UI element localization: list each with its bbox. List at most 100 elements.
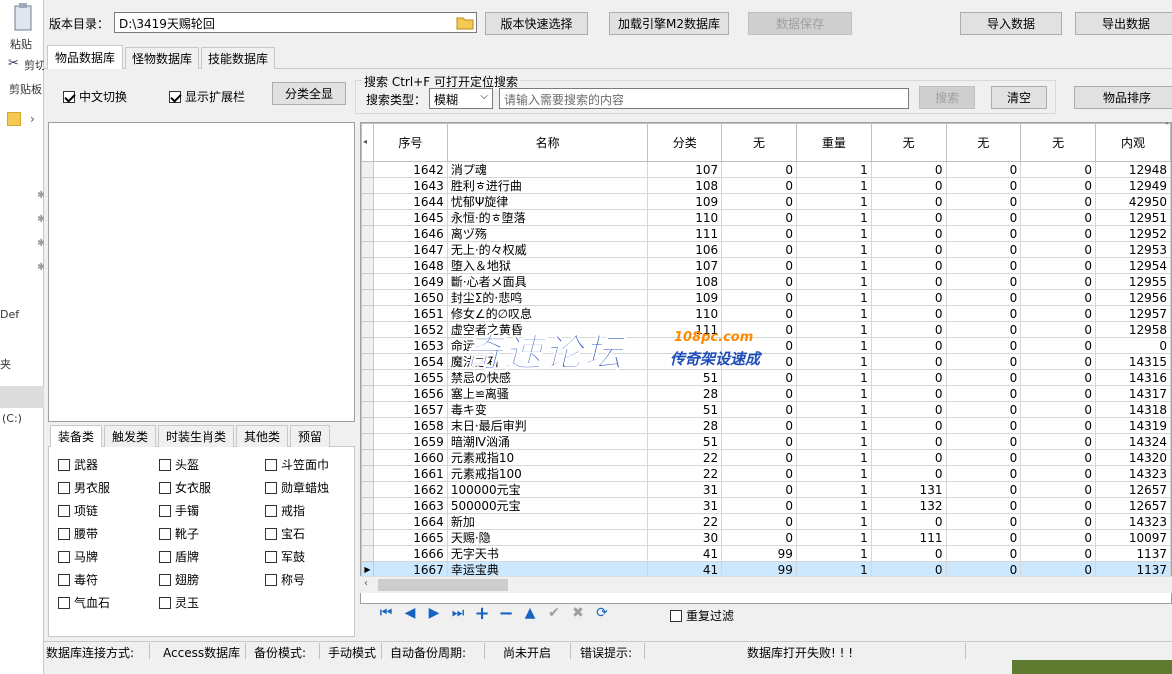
equipment-checkbox[interactable]: 腰带 (58, 525, 98, 542)
checkbox-checked[interactable] (63, 90, 75, 103)
checkbox-unchecked[interactable] (159, 504, 171, 517)
table-cell[interactable]: 14320 (1095, 449, 1171, 466)
table-cell[interactable]: 28 (647, 417, 723, 434)
column-header[interactable]: 名称 (446, 123, 649, 162)
chevron-down-icon[interactable]: ⌵ (480, 91, 488, 102)
checkbox-unchecked[interactable] (58, 596, 70, 609)
equipment-checkbox[interactable]: 军鼓 (265, 548, 305, 565)
table-cell[interactable]: 1650 (372, 289, 448, 306)
table-cell[interactable]: 0 (1020, 465, 1097, 482)
equipment-checkbox[interactable]: 马牌 (58, 548, 98, 565)
table-cell[interactable]: 1651 (372, 305, 448, 322)
table-cell[interactable]: 0 (1020, 305, 1097, 322)
table-cell[interactable]: 消プ魂 (446, 161, 649, 178)
table-cell[interactable]: 0 (945, 481, 1022, 498)
table-cell[interactable]: 1663 (372, 497, 448, 514)
cut-label[interactable]: 剪切 (24, 57, 46, 73)
table-cell[interactable]: 1645 (372, 209, 448, 226)
table-row[interactable]: 1664 新加 22 0 1 0 0 0 14323 (361, 513, 1171, 530)
table-cell[interactable]: 无上·的々权威 (446, 241, 649, 258)
scroll-up-icon[interactable]: ˄ (1162, 122, 1172, 160)
table-cell[interactable]: 0 (870, 241, 947, 258)
row-indicator[interactable] (361, 401, 374, 418)
table-cell[interactable]: 0 (945, 321, 1022, 338)
table-cell[interactable]: 0 (721, 497, 797, 514)
table-cell[interactable]: 1 (795, 513, 872, 530)
table-row[interactable]: 1649 斷·心者メ面具 108 0 1 0 0 0 12955 (361, 273, 1171, 290)
table-cell[interactable]: 1665 (372, 529, 448, 546)
tab-item-db[interactable]: 物品数据库 (47, 45, 123, 69)
row-indicator[interactable] (361, 449, 374, 466)
table-cell[interactable]: 1642 (372, 161, 448, 178)
next-record-icon[interactable]: ▶ (425, 604, 443, 622)
table-cell[interactable]: 1 (795, 321, 872, 338)
table-cell[interactable]: 1662 (372, 481, 448, 498)
table-cell[interactable]: 1646 (372, 225, 448, 242)
table-cell[interactable]: 0 (721, 449, 797, 466)
equipment-checkbox[interactable]: 男衣服 (58, 479, 110, 496)
table-cell[interactable]: 14318 (1095, 401, 1171, 418)
table-cell[interactable]: 0 (721, 417, 797, 434)
checkbox-unchecked[interactable] (159, 550, 171, 563)
table-cell[interactable]: 0 (1095, 337, 1171, 354)
table-cell[interactable]: 1 (795, 433, 872, 450)
table-cell[interactable]: 12949 (1095, 177, 1171, 194)
table-row[interactable]: 1650 封尘Σ的·悲鸣 109 0 1 0 0 0 12956 (361, 289, 1171, 306)
table-cell[interactable]: 1666 (372, 545, 448, 562)
table-cell[interactable]: 1657 (372, 401, 448, 418)
row-indicator[interactable] (361, 161, 374, 178)
table-cell[interactable]: 1654 (372, 353, 448, 370)
search-input[interactable]: 请输入需要搜索的内容 (499, 88, 909, 109)
table-cell[interactable]: 106 (647, 241, 723, 258)
column-header[interactable]: 无 (1020, 123, 1097, 162)
row-indicator[interactable] (361, 305, 374, 322)
table-cell[interactable]: 14317 (1095, 385, 1171, 402)
table-cell[interactable]: 12956 (1095, 289, 1171, 306)
table-cell[interactable]: 0 (870, 385, 947, 402)
table-cell[interactable]: 108 (647, 177, 723, 194)
table-cell[interactable]: 0 (945, 449, 1022, 466)
table-cell[interactable]: 99 (721, 545, 797, 562)
table-cell[interactable]: 0 (721, 273, 797, 290)
table-row[interactable]: 1658 末日·最后审判 28 0 1 0 0 0 14319 (361, 417, 1171, 434)
table-row[interactable]: 1648 堕入＆地狱 107 0 1 0 0 0 12954 (361, 257, 1171, 274)
table-cell[interactable]: 0 (1020, 241, 1097, 258)
table-cell[interactable]: 0 (945, 337, 1022, 354)
table-cell[interactable]: 1659 (372, 433, 448, 450)
equipment-checkbox[interactable]: 靴子 (159, 525, 199, 542)
row-indicator[interactable] (361, 257, 374, 274)
checkbox-unchecked[interactable] (265, 573, 277, 586)
table-row[interactable]: 1644 忧郁Ψ旋律 109 0 1 0 0 0 42950 (361, 193, 1171, 210)
table-cell[interactable]: 100000元宝 (446, 481, 649, 498)
table-cell[interactable]: 1 (795, 497, 872, 514)
scroll-left-icon[interactable]: ‹ (364, 578, 368, 589)
table-cell[interactable]: 封尘Σ的·悲鸣 (446, 289, 649, 306)
table-cell[interactable]: 0 (1020, 161, 1097, 178)
row-indicator[interactable] (361, 529, 374, 546)
edit-record-icon[interactable]: ▲ (521, 604, 539, 622)
table-row[interactable]: 1663 500000元宝 31 0 1 132 0 0 12657 (361, 497, 1171, 514)
tab-trigger[interactable]: 触发类 (104, 425, 156, 447)
table-cell[interactable]: 0 (945, 433, 1022, 450)
table-cell[interactable]: 1 (795, 289, 872, 306)
table-cell[interactable]: 0 (870, 289, 947, 306)
table-cell[interactable]: 12948 (1095, 161, 1171, 178)
equipment-checkbox[interactable]: 项链 (58, 502, 98, 519)
table-cell[interactable]: 12657 (1095, 481, 1171, 498)
table-cell[interactable]: 1 (795, 353, 872, 370)
equipment-checkbox[interactable]: 女衣服 (159, 479, 211, 496)
row-indicator[interactable] (361, 225, 374, 242)
table-cell[interactable]: 0 (721, 289, 797, 306)
table-row[interactable]: 1659 暗潮Ⅳ汹涌 51 0 1 0 0 0 14324 (361, 433, 1171, 450)
equipment-checkbox[interactable]: 手镯 (159, 502, 199, 519)
row-indicator[interactable] (361, 545, 374, 562)
table-cell[interactable]: 末日·最后审判 (446, 417, 649, 434)
table-cell[interactable]: 离ヅ殇 (446, 225, 649, 242)
table-cell[interactable]: 107 (647, 257, 723, 274)
table-cell[interactable]: 0 (721, 209, 797, 226)
table-cell[interactable]: 1648 (372, 257, 448, 274)
cancel-record-icon[interactable]: ✖ (569, 604, 587, 622)
version-dir-input[interactable]: D:\3419天赐轮回 (114, 12, 477, 33)
scrollbar-thumb[interactable] (378, 579, 508, 591)
table-cell[interactable]: 0 (945, 161, 1022, 178)
